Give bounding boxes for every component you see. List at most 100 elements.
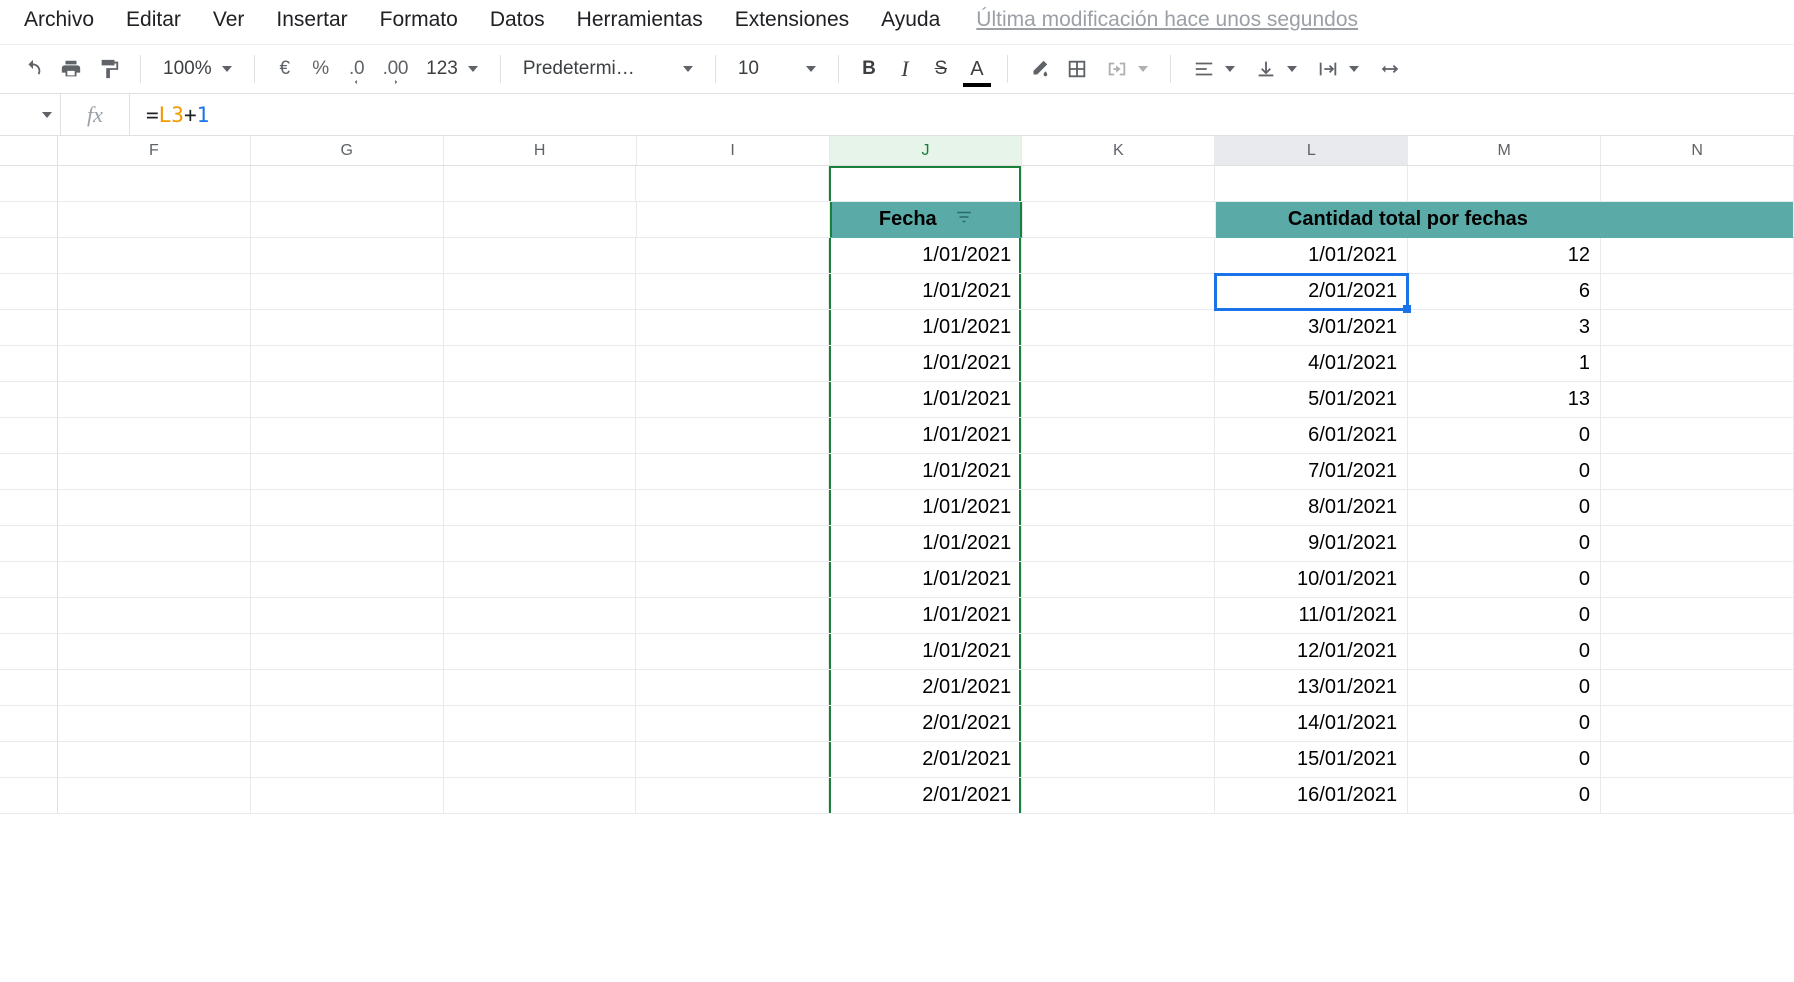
menu-editar[interactable]: Editar [120, 4, 187, 36]
cell[interactable] [251, 382, 444, 418]
menu-insertar[interactable]: Insertar [270, 4, 353, 36]
cell[interactable] [1022, 166, 1215, 202]
cell[interactable]: 1/01/2021 [829, 454, 1022, 490]
cell[interactable]: 0 [1408, 634, 1601, 670]
cell[interactable] [1215, 166, 1408, 202]
cell[interactable] [444, 346, 637, 382]
bold-button[interactable]: B [855, 55, 883, 83]
menu-extensiones[interactable]: Extensiones [729, 4, 855, 36]
cell[interactable] [1022, 742, 1215, 778]
cell[interactable] [58, 562, 251, 598]
cell[interactable]: 0 [1408, 598, 1601, 634]
cell[interactable] [58, 706, 251, 742]
percent-format-button[interactable]: % [307, 55, 335, 83]
column-header-L[interactable]: L [1215, 136, 1408, 165]
cell[interactable] [58, 670, 251, 706]
cell[interactable]: 15/01/2021 [1215, 742, 1408, 778]
cell[interactable]: 1 [1408, 346, 1601, 382]
cell[interactable] [1601, 670, 1794, 706]
row-header[interactable] [0, 238, 58, 274]
cell[interactable] [829, 166, 1022, 202]
cell[interactable] [58, 166, 251, 202]
cell[interactable]: 13 [1408, 382, 1601, 418]
cell[interactable] [1601, 202, 1794, 238]
cell[interactable] [1601, 562, 1794, 598]
cell[interactable] [444, 238, 637, 274]
row-header[interactable] [0, 418, 58, 454]
cell[interactable]: 1/01/2021 [829, 382, 1022, 418]
row-header[interactable] [0, 490, 58, 526]
cell[interactable] [1022, 634, 1215, 670]
cell[interactable] [1601, 598, 1794, 634]
column-header-M[interactable]: M [1408, 136, 1601, 165]
menu-datos[interactable]: Datos [484, 4, 551, 36]
cell[interactable] [636, 598, 829, 634]
cell[interactable] [636, 454, 829, 490]
cell[interactable]: 1/01/2021 [829, 598, 1022, 634]
cell[interactable]: 0 [1408, 742, 1601, 778]
column-header-G[interactable]: G [251, 136, 444, 165]
cell[interactable] [251, 310, 444, 346]
cell[interactable] [1022, 526, 1215, 562]
cell[interactable] [444, 634, 637, 670]
cell[interactable]: 6/01/2021 [1215, 418, 1408, 454]
cell[interactable] [636, 634, 829, 670]
text-rotation-dropdown[interactable] [1373, 58, 1407, 80]
cell[interactable] [1023, 202, 1216, 238]
name-box-dropdown[interactable] [0, 112, 60, 118]
cell[interactable]: 0 [1408, 562, 1601, 598]
formula-input[interactable]: =L3+1 [130, 94, 1794, 135]
cell[interactable]: 1/01/2021 [829, 418, 1022, 454]
selected-cell[interactable]: 2/01/2021 [1215, 274, 1408, 310]
cell[interactable] [636, 382, 829, 418]
cell[interactable] [636, 742, 829, 778]
cell[interactable]: 2/01/2021 [829, 742, 1022, 778]
cell[interactable] [636, 490, 829, 526]
cell[interactable] [251, 238, 444, 274]
filter-icon[interactable] [955, 208, 973, 232]
cell[interactable] [1601, 742, 1794, 778]
cell[interactable]: 13/01/2021 [1215, 670, 1408, 706]
cell[interactable] [251, 778, 444, 814]
cell[interactable]: 0 [1408, 526, 1601, 562]
row-header[interactable] [0, 166, 58, 202]
column-header-J[interactable]: J [830, 136, 1023, 165]
cell[interactable] [58, 238, 251, 274]
cell[interactable]: 2/01/2021 [829, 706, 1022, 742]
cell[interactable] [1022, 454, 1215, 490]
font-size-dropdown[interactable]: 10 [732, 58, 822, 80]
cell[interactable]: 1/01/2021 [829, 490, 1022, 526]
cell[interactable] [444, 418, 637, 454]
cell[interactable] [444, 562, 637, 598]
cell[interactable] [1022, 274, 1215, 310]
cell[interactable] [1022, 238, 1215, 274]
cell[interactable] [444, 490, 637, 526]
cell[interactable] [444, 526, 637, 562]
menu-herramientas[interactable]: Herramientas [571, 4, 709, 36]
cell[interactable]: 1/01/2021 [829, 274, 1022, 310]
cell[interactable]: 0 [1408, 706, 1601, 742]
cell[interactable]: 12 [1408, 238, 1601, 274]
cell[interactable]: 5/01/2021 [1215, 382, 1408, 418]
cell[interactable] [58, 598, 251, 634]
menu-ver[interactable]: Ver [207, 4, 251, 36]
cell[interactable] [1022, 490, 1215, 526]
cell[interactable] [1601, 490, 1794, 526]
row-header[interactable] [0, 778, 58, 814]
row-header[interactable] [0, 382, 58, 418]
row-header[interactable] [0, 274, 58, 310]
cell[interactable] [1601, 238, 1794, 274]
cell[interactable] [1022, 310, 1215, 346]
cell[interactable]: 9/01/2021 [1215, 526, 1408, 562]
cell[interactable] [58, 310, 251, 346]
cell[interactable]: 4/01/2021 [1215, 346, 1408, 382]
cell[interactable] [444, 706, 637, 742]
cell[interactable] [1601, 778, 1794, 814]
cell[interactable] [251, 490, 444, 526]
row-header[interactable] [0, 310, 58, 346]
cell[interactable] [636, 706, 829, 742]
column-header-F[interactable]: F [58, 136, 251, 165]
cell[interactable]: 1/01/2021 [829, 310, 1022, 346]
cell[interactable] [637, 202, 830, 238]
increase-decimals-button[interactable]: .00 [379, 55, 413, 83]
